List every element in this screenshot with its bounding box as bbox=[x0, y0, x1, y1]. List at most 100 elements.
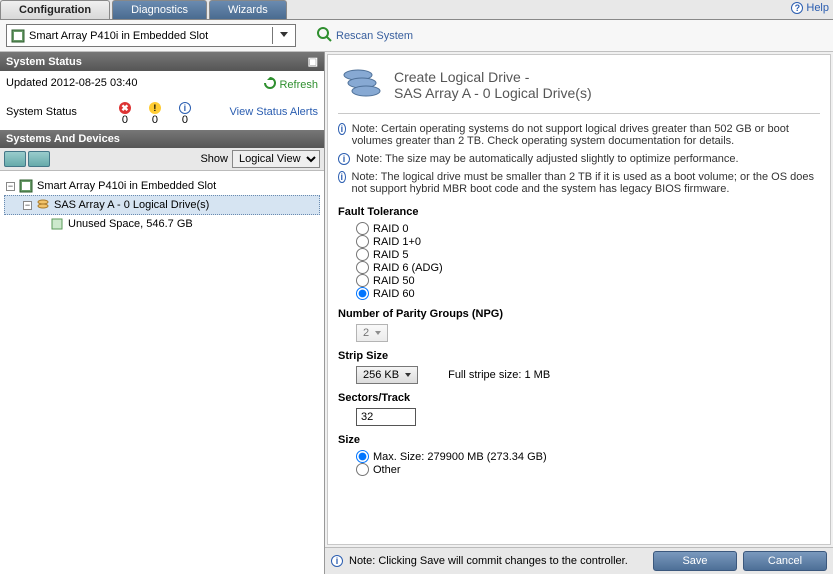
raid60-option[interactable]: RAID 60 bbox=[356, 287, 820, 300]
cancel-button[interactable]: Cancel bbox=[743, 551, 827, 571]
error-icon: ✖ bbox=[119, 102, 131, 114]
tab-diagnostics[interactable]: Diagnostics bbox=[112, 0, 207, 19]
status-errors: ✖ 0 bbox=[119, 102, 131, 126]
devices-title: Systems And Devices bbox=[6, 133, 120, 145]
raid6-radio[interactable] bbox=[356, 261, 369, 274]
sectors-track-input[interactable] bbox=[356, 408, 416, 426]
size-label: Size bbox=[338, 434, 820, 446]
warning-icon: ! bbox=[149, 102, 161, 114]
page-header: Create Logical Drive - SAS Array A - 0 L… bbox=[338, 63, 820, 114]
raid50-radio[interactable] bbox=[356, 274, 369, 287]
size-group: Max. Size: 279900 MB (273.34 GB) Other bbox=[338, 450, 820, 476]
raid5-label: RAID 5 bbox=[373, 249, 408, 261]
collapse-all-button[interactable] bbox=[28, 151, 50, 167]
tab-configuration[interactable]: Configuration bbox=[0, 0, 110, 19]
raid50-label: RAID 50 bbox=[373, 275, 415, 287]
rescan-label: Rescan System bbox=[336, 30, 413, 42]
note-text: Note: The size may be automatically adju… bbox=[356, 153, 739, 165]
raid10-label: RAID 1+0 bbox=[373, 236, 421, 248]
unused-space-icon bbox=[50, 217, 64, 231]
warning-count: 0 bbox=[152, 114, 158, 126]
save-button[interactable]: Save bbox=[653, 551, 737, 571]
chevron-down-icon bbox=[405, 373, 411, 377]
note-row: i Note: The size may be automatically ad… bbox=[338, 150, 820, 168]
controller-icon bbox=[11, 29, 25, 43]
note-row: i Note: Certain operating systems do not… bbox=[338, 120, 820, 150]
tree-array-label: SAS Array A - 0 Logical Drive(s) bbox=[54, 199, 209, 211]
left-panel: System Status ▣ Updated 2012-08-25 03:40… bbox=[0, 52, 325, 574]
main-area: System Status ▣ Updated 2012-08-25 03:40… bbox=[0, 52, 833, 574]
tree-unused-row[interactable]: Unused Space, 546.7 GB bbox=[4, 215, 320, 233]
show-label: Show bbox=[200, 153, 228, 165]
info-icon: i bbox=[331, 555, 343, 567]
right-panel: Create Logical Drive - SAS Array A - 0 L… bbox=[325, 52, 833, 574]
chevron-down-icon bbox=[375, 331, 381, 335]
device-toolbar: Smart Array P410i in Embedded Slot Resca… bbox=[0, 20, 833, 52]
view-select[interactable]: Logical View bbox=[232, 150, 320, 168]
tree-controller-row[interactable]: − Smart Array P410i in Embedded Slot bbox=[4, 177, 320, 195]
tree-array-row[interactable]: − SAS Array A - 0 Logical Drive(s) bbox=[4, 195, 320, 215]
size-max-radio[interactable] bbox=[356, 450, 369, 463]
tab-wizards[interactable]: Wizards bbox=[209, 0, 287, 19]
size-other-label: Other bbox=[373, 464, 401, 476]
footer-bar: i Note: Clicking Save will commit change… bbox=[325, 547, 833, 574]
devices-header: Systems And Devices bbox=[0, 130, 324, 148]
page-subtitle: SAS Array A - 0 Logical Drive(s) bbox=[394, 85, 592, 101]
rescan-icon bbox=[316, 26, 332, 45]
page-title: Create Logical Drive - bbox=[394, 69, 592, 85]
strip-size-dropdown[interactable]: 256 KB bbox=[356, 366, 418, 384]
raid6-label: RAID 6 (ADG) bbox=[373, 262, 443, 274]
size-other-option[interactable]: Other bbox=[356, 463, 820, 476]
raid0-radio[interactable] bbox=[356, 222, 369, 235]
raid6-option[interactable]: RAID 6 (ADG) bbox=[356, 261, 820, 274]
info-icon: i bbox=[338, 123, 346, 135]
raid50-option[interactable]: RAID 50 bbox=[356, 274, 820, 287]
view-status-alerts-link[interactable]: View Status Alerts bbox=[230, 106, 318, 118]
expander-icon[interactable]: − bbox=[23, 201, 32, 210]
size-other-radio[interactable] bbox=[356, 463, 369, 476]
rescan-button[interactable]: Rescan System bbox=[316, 26, 413, 45]
note-text: Note: Certain operating systems do not s… bbox=[352, 123, 820, 147]
controller-selector-label: Smart Array P410i in Embedded Slot bbox=[29, 30, 208, 42]
device-tree: − Smart Array P410i in Embedded Slot − S… bbox=[0, 171, 324, 574]
npg-label: Number of Parity Groups (NPG) bbox=[338, 308, 820, 320]
expand-all-button[interactable] bbox=[4, 151, 26, 167]
system-status-title: System Status bbox=[6, 56, 82, 68]
raid10-option[interactable]: RAID 1+0 bbox=[356, 235, 820, 248]
help-icon: ? bbox=[791, 2, 803, 14]
controller-icon bbox=[19, 179, 33, 193]
devices-toolbar: Show Logical View bbox=[0, 148, 324, 171]
system-status-body: Updated 2012-08-25 03:40 Refresh System … bbox=[0, 71, 324, 130]
error-count: 0 bbox=[122, 114, 128, 126]
fault-tolerance-group: RAID 0 RAID 1+0 RAID 5 RAID 6 (ADG) RAID… bbox=[338, 222, 820, 300]
size-max-label: Max. Size: 279900 MB (273.34 GB) bbox=[373, 451, 547, 463]
raid60-label: RAID 60 bbox=[373, 288, 415, 300]
expander-icon[interactable]: − bbox=[6, 182, 15, 191]
raid60-radio[interactable] bbox=[356, 287, 369, 300]
system-status-header: System Status ▣ bbox=[0, 52, 324, 71]
raid5-radio[interactable] bbox=[356, 248, 369, 261]
status-updated: Updated 2012-08-25 03:40 bbox=[6, 77, 138, 92]
refresh-icon bbox=[264, 77, 276, 92]
chevron-down-icon bbox=[272, 27, 291, 44]
controller-selector[interactable]: Smart Array P410i in Embedded Slot bbox=[6, 24, 296, 47]
strip-size-label: Strip Size bbox=[338, 350, 820, 362]
info-icon: i bbox=[338, 153, 350, 165]
panel-toggle-icon[interactable]: ▣ bbox=[308, 55, 318, 68]
info-count: 0 bbox=[182, 114, 188, 126]
size-max-option[interactable]: Max. Size: 279900 MB (273.34 GB) bbox=[356, 450, 820, 463]
help-link[interactable]: ? Help bbox=[791, 2, 829, 14]
raid0-option[interactable]: RAID 0 bbox=[356, 222, 820, 235]
fault-tolerance-label: Fault Tolerance bbox=[338, 206, 820, 218]
refresh-label: Refresh bbox=[279, 79, 318, 91]
status-warnings: ! 0 bbox=[149, 102, 161, 126]
note-text: Note: The logical drive must be smaller … bbox=[352, 171, 820, 195]
full-stripe-size-label: Full stripe size: 1 MB bbox=[448, 369, 550, 381]
help-label: Help bbox=[806, 2, 829, 14]
refresh-link[interactable]: Refresh bbox=[264, 77, 318, 92]
note-row: i Note: The logical drive must be smalle… bbox=[338, 168, 820, 198]
raid5-option[interactable]: RAID 5 bbox=[356, 248, 820, 261]
status-info: i 0 bbox=[179, 102, 191, 126]
raid10-radio[interactable] bbox=[356, 235, 369, 248]
form-area: Create Logical Drive - SAS Array A - 0 L… bbox=[327, 54, 831, 545]
